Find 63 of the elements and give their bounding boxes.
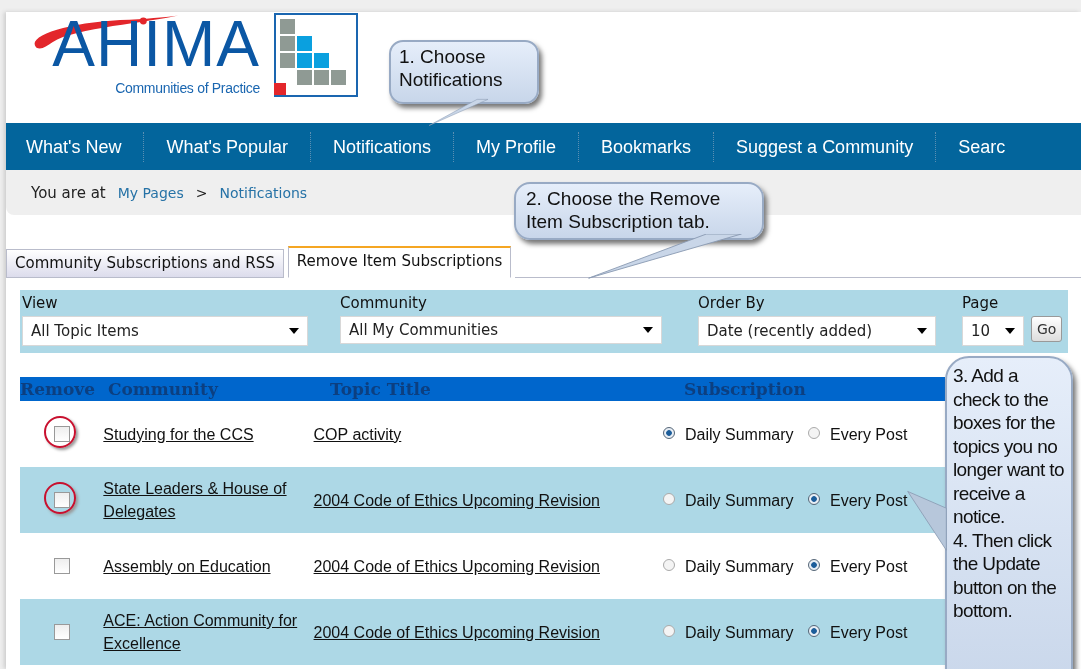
nav-link[interactable]: What's Popular: [143, 131, 310, 162]
nav-link[interactable]: My Profile: [453, 131, 579, 162]
radio-label: Daily Summary: [685, 623, 794, 641]
checkbox[interactable]: [53, 492, 70, 508]
radio-button[interactable]: [808, 625, 820, 638]
dropdown[interactable]: All Topic Items: [22, 316, 308, 346]
radio-label: Every Post: [830, 491, 908, 509]
dropdown[interactable]: 10: [962, 316, 1024, 346]
topic-link[interactable]: 2004 Code of Ethics Upcoming Revision: [313, 491, 600, 509]
radio-button[interactable]: [808, 427, 820, 440]
radio-label: Every Post: [830, 623, 908, 641]
radio-button[interactable]: [663, 559, 675, 572]
community-link[interactable]: State Leaders & House of Delegates: [103, 477, 314, 523]
checkbox[interactable]: [53, 426, 70, 442]
caret-icon: [643, 327, 653, 333]
nav-link[interactable]: Suggest a Community: [713, 131, 936, 162]
radio-label: Every Post: [830, 425, 908, 443]
radio-label: Daily Summary: [685, 491, 794, 509]
radio-label: Daily Summary: [685, 425, 794, 443]
dropdown[interactable]: All My Communities: [340, 316, 662, 344]
community-link[interactable]: ACE: Action Community for Excellence: [103, 609, 314, 655]
nav-link[interactable]: Bookmarks: [578, 131, 714, 162]
callout: 3. Add a check to the boxes for the topics you no longer want to receive a notice. 4. Then click the Update button on the bottom.: [945, 356, 1073, 669]
caret-icon: [917, 328, 927, 334]
breadcrumb-link[interactable]: My Pages: [117, 184, 184, 201]
radio-button[interactable]: [663, 625, 675, 638]
community-link[interactable]: Studying for the CCS: [103, 422, 314, 446]
caret-icon: [1005, 328, 1015, 334]
checkbox[interactable]: [53, 624, 70, 640]
nav-link[interactable]: Searc: [935, 131, 1028, 162]
filter-label: Page: [962, 294, 1000, 314]
breadcrumb-label: You are at: [31, 183, 106, 202]
radio-button[interactable]: [663, 493, 675, 506]
callout: 1. Choose Notifications: [389, 40, 539, 104]
column-header: Topic Title: [330, 379, 432, 399]
column-header: Community: [108, 379, 220, 399]
callout: 2. Choose the Remove Item Subscription tab.: [514, 182, 764, 240]
topic-link[interactable]: 2004 Code of Ethics Upcoming Revision: [313, 557, 600, 575]
topic-link[interactable]: COP activity: [313, 425, 402, 443]
radio-button[interactable]: [663, 427, 675, 440]
nav-link[interactable]: What's New: [6, 131, 144, 162]
checkbox[interactable]: [53, 558, 70, 574]
tab[interactable]: Community Subscriptions and RSS: [6, 249, 284, 278]
topic-link[interactable]: 2004 Code of Ethics Upcoming Revision: [313, 623, 600, 641]
filter-label: Order By: [698, 294, 766, 314]
breadcrumb-separator: >: [195, 184, 208, 201]
dropdown[interactable]: Date (recently added): [698, 316, 936, 346]
logo-tagline: Communities of Practice: [115, 80, 260, 96]
logo-wordmark: AHIMA: [32, 12, 260, 76]
filter-label: View: [22, 294, 59, 314]
caret-icon: [289, 328, 299, 334]
community-link[interactable]: Assembly on Education: [103, 554, 314, 578]
column-header: Remove: [20, 379, 96, 399]
radio-button[interactable]: [808, 559, 820, 572]
nav-link[interactable]: Notifications: [309, 131, 453, 162]
breadcrumb-link[interactable]: Notifications: [219, 184, 308, 201]
radio-label: Every Post: [830, 557, 908, 575]
go-button[interactable]: Go: [1031, 316, 1063, 342]
radio-button[interactable]: [808, 493, 820, 506]
tab[interactable]: Remove Item Subscriptions: [287, 246, 512, 278]
radio-label: Daily Summary: [685, 557, 794, 575]
filter-label: Community: [340, 294, 428, 314]
column-header: Subscription: [683, 379, 807, 399]
